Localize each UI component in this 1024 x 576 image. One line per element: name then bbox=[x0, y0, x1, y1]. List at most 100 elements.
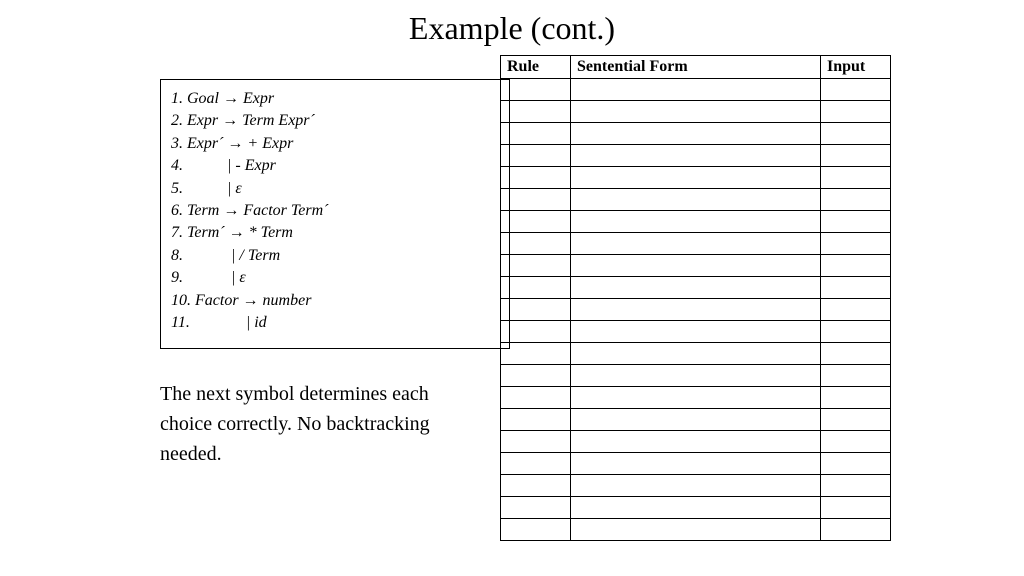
table-cell bbox=[571, 211, 821, 233]
grammar-line: 3. Expr´ → + Expr bbox=[171, 133, 499, 155]
table-cell bbox=[501, 321, 571, 343]
table-cell bbox=[821, 321, 891, 343]
table-row bbox=[501, 431, 891, 453]
table-cell bbox=[501, 233, 571, 255]
table-cell bbox=[501, 365, 571, 387]
table-cell bbox=[821, 101, 891, 123]
grammar-line: 8. | / Term bbox=[171, 245, 499, 267]
table-row bbox=[501, 409, 891, 431]
table-row bbox=[501, 255, 891, 277]
table-row bbox=[501, 387, 891, 409]
grammar-line: 10. Factor → number bbox=[171, 290, 499, 312]
table-row bbox=[501, 167, 891, 189]
table-row bbox=[501, 189, 891, 211]
table-cell bbox=[821, 475, 891, 497]
grammar-line: 1. Goal → Expr bbox=[171, 88, 499, 110]
table-cell bbox=[571, 79, 821, 101]
table-cell bbox=[821, 123, 891, 145]
table-cell bbox=[571, 101, 821, 123]
table-cell bbox=[571, 453, 821, 475]
table-cell bbox=[571, 277, 821, 299]
table-cell bbox=[501, 277, 571, 299]
table-cell bbox=[501, 255, 571, 277]
grammar-line: 5. | ε bbox=[171, 178, 499, 200]
table-cell bbox=[821, 79, 891, 101]
table-cell bbox=[501, 189, 571, 211]
table-row bbox=[501, 123, 891, 145]
table-cell bbox=[501, 343, 571, 365]
table-cell bbox=[501, 409, 571, 431]
table-row bbox=[501, 475, 891, 497]
table-cell bbox=[571, 365, 821, 387]
table-cell bbox=[501, 497, 571, 519]
table-cell bbox=[821, 167, 891, 189]
table-cell bbox=[821, 189, 891, 211]
table-cell bbox=[821, 299, 891, 321]
table-cell bbox=[821, 145, 891, 167]
table-cell bbox=[821, 255, 891, 277]
table-cell bbox=[571, 321, 821, 343]
table-row bbox=[501, 145, 891, 167]
table-cell bbox=[821, 497, 891, 519]
table-cell bbox=[571, 475, 821, 497]
page-title: Example (cont.) bbox=[0, 0, 1024, 55]
table-row bbox=[501, 277, 891, 299]
table-cell bbox=[501, 519, 571, 541]
grammar-box: 1. Goal → Expr 2. Expr → Term Expr´ 3. E… bbox=[160, 79, 510, 349]
table-cell bbox=[821, 409, 891, 431]
table-body bbox=[501, 79, 891, 541]
table-row bbox=[501, 453, 891, 475]
table-row bbox=[501, 79, 891, 101]
grammar-line: 7. Term´ → * Term bbox=[171, 222, 499, 244]
table-header-input: Input bbox=[821, 56, 891, 79]
table-cell bbox=[821, 519, 891, 541]
table-cell bbox=[821, 343, 891, 365]
table-cell bbox=[571, 343, 821, 365]
table-cell bbox=[501, 299, 571, 321]
table-cell bbox=[571, 145, 821, 167]
table-row bbox=[501, 497, 891, 519]
table-cell bbox=[501, 101, 571, 123]
table-cell bbox=[501, 79, 571, 101]
table-cell bbox=[821, 211, 891, 233]
grammar-line: 6. Term → Factor Term´ bbox=[171, 200, 499, 222]
table-row bbox=[501, 365, 891, 387]
table-header-form: Sentential Form bbox=[571, 56, 821, 79]
table-row bbox=[501, 519, 891, 541]
parse-table: Rule Sentential Form Input bbox=[500, 55, 891, 541]
content-area: 1. Goal → Expr 2. Expr → Term Expr´ 3. E… bbox=[0, 55, 1024, 541]
table-cell bbox=[571, 167, 821, 189]
table-cell bbox=[571, 299, 821, 321]
table-cell bbox=[821, 387, 891, 409]
table-cell bbox=[501, 453, 571, 475]
table-cell bbox=[571, 431, 821, 453]
table-row bbox=[501, 233, 891, 255]
table-cell bbox=[571, 519, 821, 541]
table-cell bbox=[571, 497, 821, 519]
grammar-line: 9. | ε bbox=[171, 267, 499, 289]
table-header-row: Rule Sentential Form Input bbox=[501, 56, 891, 79]
table-cell bbox=[501, 211, 571, 233]
table-cell bbox=[821, 431, 891, 453]
table-cell bbox=[501, 431, 571, 453]
table-row bbox=[501, 211, 891, 233]
table-row bbox=[501, 101, 891, 123]
grammar-line: 2. Expr → Term Expr´ bbox=[171, 110, 499, 132]
table-cell bbox=[821, 453, 891, 475]
left-column: 1. Goal → Expr 2. Expr → Term Expr´ 3. E… bbox=[160, 55, 510, 541]
table-row bbox=[501, 321, 891, 343]
right-column: Rule Sentential Form Input bbox=[500, 55, 891, 541]
description-text: The next symbol determines each choice c… bbox=[160, 379, 440, 469]
table-cell bbox=[571, 189, 821, 211]
table-cell bbox=[571, 409, 821, 431]
table-row bbox=[501, 299, 891, 321]
table-header-rule: Rule bbox=[501, 56, 571, 79]
table-cell bbox=[501, 167, 571, 189]
table-cell bbox=[821, 277, 891, 299]
grammar-line: 11. | id bbox=[171, 312, 499, 334]
table-cell bbox=[501, 387, 571, 409]
grammar-line: 4. | - Expr bbox=[171, 155, 499, 177]
table-cell bbox=[571, 123, 821, 145]
table-cell bbox=[501, 123, 571, 145]
table-cell bbox=[501, 475, 571, 497]
